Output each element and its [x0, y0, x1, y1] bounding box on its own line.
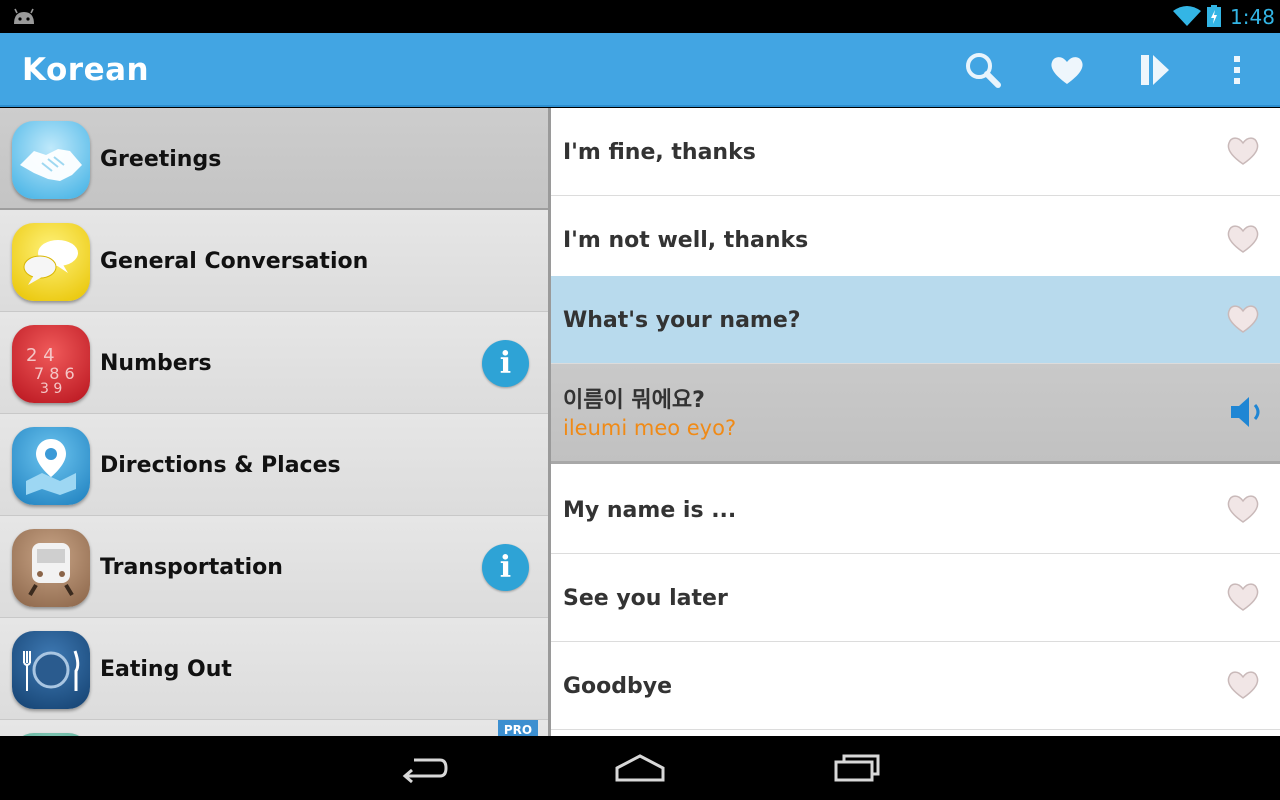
play-button[interactable] — [1135, 50, 1175, 90]
map-pin-icon — [12, 427, 90, 505]
category-item-partial[interactable] — [0, 720, 548, 736]
favorites-button[interactable] — [1047, 50, 1087, 90]
category-item-greetings[interactable]: Greetings — [0, 108, 548, 210]
phrase-text: See you later — [563, 585, 728, 611]
phrase-text: I'm not well, thanks — [563, 227, 809, 253]
svg-text:3 9: 3 9 — [40, 381, 62, 397]
korean-translation: 이름이 뭐에요? — [563, 388, 705, 413]
play-icon — [1141, 55, 1169, 85]
info-icon[interactable]: i — [482, 544, 529, 591]
heart-icon — [1051, 57, 1083, 84]
heart-icon[interactable] — [1226, 493, 1260, 525]
clock: 1:48 — [1230, 5, 1275, 29]
category-label: Transportation — [100, 554, 283, 580]
battery-charging-icon — [1207, 5, 1221, 27]
category-item-numbers[interactable]: 2 4 7 8 6 3 9 Numbers i — [0, 312, 548, 414]
app-title: Korean — [22, 52, 150, 88]
phrase-list[interactable]: I'm fine, thanks I'm not well, thanks Wh… — [551, 108, 1280, 736]
heart-icon[interactable] — [1226, 581, 1260, 613]
recent-apps-icon[interactable] — [832, 750, 884, 786]
phrase-row[interactable]: See you later — [551, 554, 1280, 642]
phrase-row[interactable]: I'm fine, thanks — [551, 108, 1280, 196]
category-label: Numbers — [100, 350, 212, 376]
heart-icon[interactable] — [1226, 223, 1260, 255]
info-icon[interactable]: i — [482, 340, 529, 387]
heart-icon[interactable] — [1226, 135, 1260, 167]
wifi-icon — [1173, 6, 1201, 26]
speech-bubbles-icon — [12, 223, 90, 301]
heart-icon[interactable] — [1226, 669, 1260, 701]
category-list[interactable]: Greetings General Conversation 2 4 7 8 6… — [0, 108, 548, 736]
android-icon — [14, 8, 34, 24]
numbers-icon: 2 4 7 8 6 3 9 — [12, 325, 90, 403]
phrase-row-selected[interactable]: What's your name? — [551, 276, 1280, 364]
navigation-bar — [0, 736, 1280, 800]
category-label: General Conversation — [100, 248, 369, 274]
svg-text:2 4: 2 4 — [26, 345, 55, 366]
phrase-row[interactable]: My name is ... — [551, 466, 1280, 554]
category-item-transportation[interactable]: Transportation i — [0, 516, 548, 618]
heart-icon[interactable] — [1226, 303, 1260, 335]
status-bar: 1:48 — [0, 0, 1280, 33]
category-item-directions-places[interactable]: Directions & Places — [0, 414, 548, 516]
phrase-text: What's your name? — [563, 307, 801, 333]
train-icon — [12, 529, 90, 607]
phrase-text: I'm fine, thanks — [563, 139, 756, 165]
search-icon — [966, 53, 1001, 88]
category-label: Greetings — [100, 146, 222, 172]
category-item-general-conversation[interactable]: General Conversation — [0, 210, 548, 312]
overflow-menu-button[interactable] — [1217, 50, 1257, 90]
phrase-text: Goodbye — [563, 673, 673, 699]
back-icon[interactable] — [400, 750, 448, 786]
handshake-icon — [12, 121, 90, 199]
phrase-row[interactable]: Goodbye — [551, 642, 1280, 730]
plate-cutlery-icon — [12, 631, 90, 709]
home-icon[interactable] — [614, 750, 666, 786]
category-label: Eating Out — [100, 656, 232, 682]
category-item-eating-out[interactable]: Eating Out — [0, 618, 548, 720]
translation-panel: 이름이 뭐에요? ileumi meo eyo? — [551, 364, 1280, 464]
action-bar: Korean — [0, 33, 1280, 107]
pro-badge: PRO — [498, 720, 538, 736]
search-button[interactable] — [963, 50, 1003, 90]
speaker-icon[interactable] — [1227, 392, 1267, 432]
overflow-menu-icon — [1234, 56, 1240, 84]
phrase-row[interactable]: I'm not well, thanks — [551, 196, 1280, 284]
romanization: ileumi meo eyo? — [563, 416, 737, 440]
category-label: Directions & Places — [100, 452, 341, 478]
phrase-text: My name is ... — [563, 497, 737, 523]
